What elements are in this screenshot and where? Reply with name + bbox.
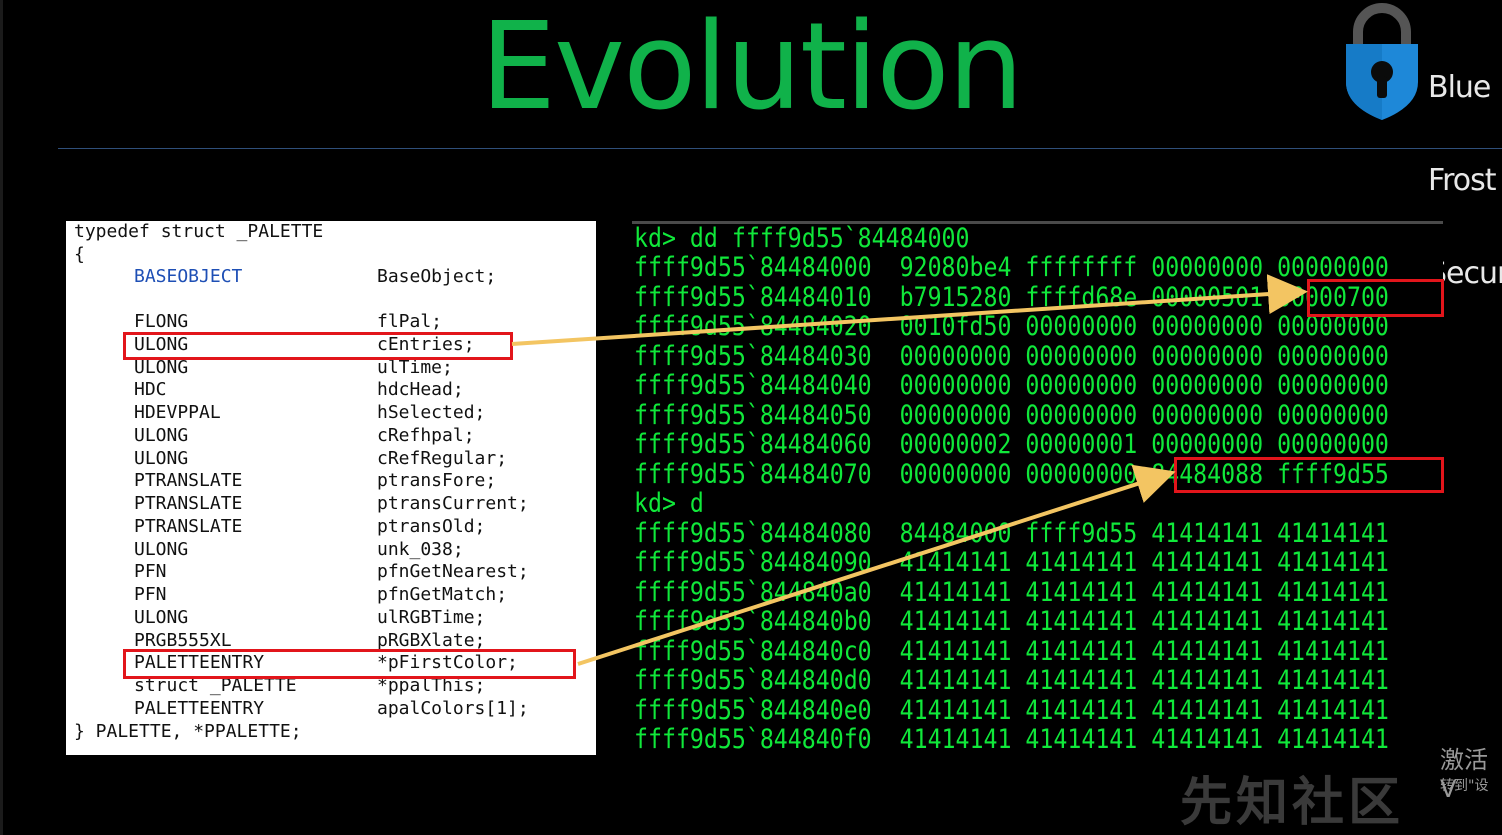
code-type: BASEOBJECT: [134, 266, 243, 287]
code-type: ULONG: [134, 448, 189, 469]
code-field: ptransCurrent;: [377, 493, 529, 514]
title-divider: [58, 148, 1502, 149]
code-type: ULONG: [134, 539, 189, 560]
code-field: pfnGetNearest;: [377, 561, 529, 582]
code-field: ptransFore;: [377, 470, 497, 491]
watermark-brand: 先知社区: [1180, 773, 1405, 833]
code-field: cRefhpal;: [377, 425, 475, 446]
terminal-line: ffff9d55`84484020 0010fd50 00000000 0000…: [634, 311, 1389, 342]
code-type: PFN: [134, 561, 167, 582]
terminal-line: ffff9d55`84484010 b7915280 ffffd68e 0000…: [634, 282, 1389, 313]
code-field: flPal;: [377, 311, 443, 332]
code-type: ULONG: [134, 607, 189, 628]
activation-watermark-sub: 转到"设: [1440, 778, 1489, 794]
terminal-line: ffff9d55`84484080 84484000 ffff9d55 4141…: [634, 518, 1389, 549]
pointer-highlight-box: [1174, 457, 1444, 493]
terminal-line: ffff9d55`84484060 00000002 00000001 0000…: [634, 429, 1389, 460]
slide-title: Evolution: [480, 0, 1024, 137]
code-type: HDC: [134, 379, 167, 400]
terminal-line: ffff9d55`84484030 00000000 00000000 0000…: [634, 341, 1389, 372]
palette-struct-code: typedef struct _PALETTE { BASEOBJECT Base…: [66, 221, 596, 755]
terminal-line: ffff9d55`844840f0 41414141 41414141 4141…: [634, 724, 1389, 755]
windbg-terminal: kd> dd ffff9d55`84484000 ffff9d55`844840…: [632, 221, 1444, 758]
lock-shield-logo-icon: [1346, 3, 1418, 120]
code-field: BaseObject;: [377, 266, 497, 287]
code-text: {: [74, 244, 85, 265]
terminal-line: ffff9d55`844840e0 41414141 41414141 4141…: [634, 695, 1389, 726]
terminal-line: ffff9d55`84484040 00000000 00000000 0000…: [634, 370, 1389, 401]
code-type: PALETTEENTRY: [134, 698, 265, 719]
code-field: ptransOld;: [377, 516, 486, 537]
code-field: cRefRegular;: [377, 448, 508, 469]
code-type: ULONG: [134, 425, 189, 446]
code-type: ULONG: [134, 357, 189, 378]
centries-highlight-box: [123, 332, 513, 360]
code-field: unk_038;: [377, 539, 464, 560]
code-type: PFN: [134, 584, 167, 605]
code-text: } PALETTE, *PPALETTE;: [74, 721, 302, 742]
code-text: typedef struct _PALETTE: [74, 221, 324, 242]
code-type: PTRANSLATE: [134, 516, 243, 537]
terminal-line: ffff9d55`84484090 41414141 41414141 4141…: [634, 547, 1389, 578]
terminal-line: ffff9d55`844840a0 41414141 41414141 4141…: [634, 577, 1389, 608]
code-field: ulRGBTime;: [377, 607, 486, 628]
terminal-line: ffff9d55`84484050 00000000 00000000 0000…: [634, 400, 1389, 431]
code-type: HDEVPPAL: [134, 402, 221, 423]
code-type: PTRANSLATE: [134, 493, 243, 514]
terminal-line: ffff9d55`844840d0 41414141 41414141 4141…: [634, 665, 1389, 696]
code-type: PTRANSLATE: [134, 470, 243, 491]
pfirstcolor-highlight-box: [123, 649, 576, 679]
terminal-line: ffff9d55`844840c0 41414141 41414141 4141…: [634, 636, 1389, 667]
logo-line: Blue: [1428, 72, 1491, 103]
code-type: FLONG: [134, 311, 189, 332]
code-field: hdcHead;: [377, 379, 464, 400]
code-field: ulTime;: [377, 357, 453, 378]
terminal-line: kd> d: [634, 488, 704, 519]
code-field: hSelected;: [377, 402, 486, 423]
logo-line: Frost: [1428, 165, 1497, 196]
terminal-line: kd> dd ffff9d55`84484000: [634, 223, 970, 254]
terminal-line: ffff9d55`84484000 92080be4 ffffffff 0000…: [634, 252, 1389, 283]
code-field: apalColors[1];: [377, 698, 529, 719]
terminal-line: ffff9d55`844840b0 41414141 41414141 4141…: [634, 606, 1389, 637]
code-field: pfnGetMatch;: [377, 584, 508, 605]
value-700-highlight-box: [1307, 279, 1444, 317]
